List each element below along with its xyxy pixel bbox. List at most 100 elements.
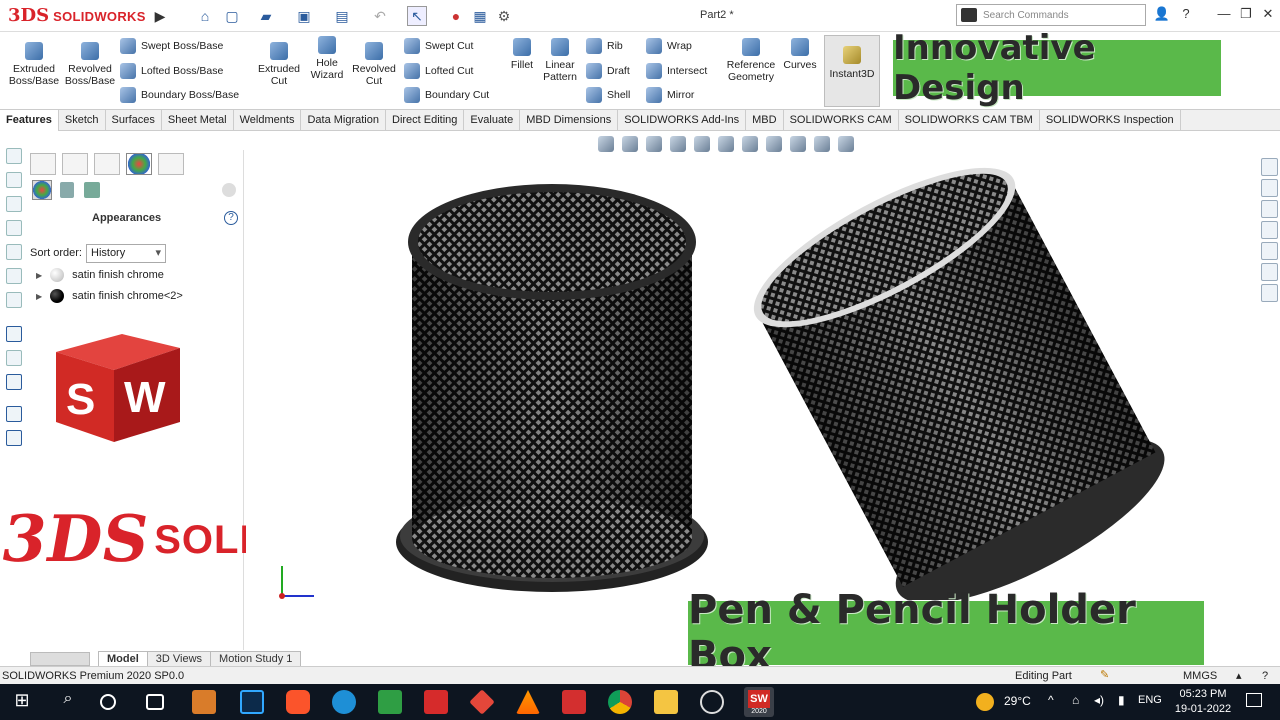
bottom-tab-3d-views[interactable]: 3D Views bbox=[146, 651, 212, 666]
hole-wizard-button[interactable]: Hole Wizard bbox=[306, 36, 348, 81]
strip-tool-4-icon[interactable] bbox=[6, 220, 22, 236]
decals-icon[interactable] bbox=[84, 182, 100, 198]
strip-tool-7-icon[interactable] bbox=[6, 292, 22, 308]
edge-icon[interactable] bbox=[332, 690, 356, 714]
flyout-arrow-icon[interactable]: ▶ bbox=[150, 6, 170, 26]
file-explorer-icon[interactable] bbox=[1261, 200, 1278, 218]
lofted-cut-button[interactable]: Lofted Cut bbox=[404, 61, 473, 81]
clock[interactable]: 05:23 PM 19-01-2022 bbox=[1172, 687, 1234, 717]
rebuild-status-icon[interactable]: ✎ bbox=[1100, 667, 1109, 683]
linear-pattern-button[interactable]: Linear Pattern bbox=[540, 38, 580, 83]
tab-solidworks-cam[interactable]: SOLIDWORKS CAM bbox=[784, 110, 899, 131]
tab-weldments[interactable]: Weldments bbox=[234, 110, 302, 131]
help-circle-icon[interactable]: ? bbox=[224, 211, 238, 225]
rib-button[interactable]: Rib bbox=[586, 36, 623, 56]
photoshop-icon[interactable] bbox=[240, 690, 264, 714]
lofted-boss-button[interactable]: Lofted Boss/Base bbox=[120, 61, 223, 81]
network-icon[interactable]: ⌂ bbox=[1072, 693, 1079, 707]
strip-tool-6-icon[interactable] bbox=[6, 268, 22, 284]
appearances-tab-icon[interactable] bbox=[126, 153, 152, 175]
units-arrow-icon[interactable]: ▴ bbox=[1236, 668, 1242, 684]
extruded-cut-button[interactable]: Extruded Cut bbox=[254, 42, 304, 87]
search-icon[interactable]: ⌕ bbox=[56, 690, 80, 714]
tab-direct-editing[interactable]: Direct Editing bbox=[386, 110, 465, 131]
tab-mbd[interactable]: MBD bbox=[746, 110, 784, 131]
unit-system-select[interactable]: MMGS bbox=[1183, 668, 1217, 684]
revolved-boss-button[interactable]: Revolved Boss/Base bbox=[64, 42, 116, 87]
close-icon[interactable]: ✕ bbox=[1258, 6, 1278, 24]
scenes-icon[interactable] bbox=[60, 182, 74, 198]
minimize-icon[interactable]: — bbox=[1214, 6, 1234, 24]
instant3d-button[interactable]: Instant3D bbox=[824, 35, 880, 107]
previous-view-icon[interactable] bbox=[646, 136, 662, 152]
zoom-to-area-icon[interactable] bbox=[622, 136, 638, 152]
tab-sheet-metal[interactable]: Sheet Metal bbox=[162, 110, 234, 131]
chrome-icon[interactable] bbox=[608, 690, 632, 714]
bottom-tab-model[interactable]: Model bbox=[98, 651, 148, 666]
forum-icon[interactable] bbox=[1261, 284, 1278, 302]
tab-surfaces[interactable]: Surfaces bbox=[106, 110, 162, 131]
tab-solidworks-add-ins[interactable]: SOLIDWORKS Add-Ins bbox=[618, 110, 747, 131]
strip-tool-9-icon[interactable] bbox=[6, 350, 22, 366]
tab-evaluate[interactable]: Evaluate bbox=[464, 110, 521, 131]
strip-tool-3-icon[interactable] bbox=[6, 196, 22, 212]
tab-data-migration[interactable]: Data Migration bbox=[301, 110, 386, 131]
home-icon[interactable]: ⌂ bbox=[195, 6, 215, 26]
intersect-button[interactable]: Intersect bbox=[646, 61, 707, 81]
undo-icon[interactable]: ↶ bbox=[370, 6, 390, 26]
dynamic-annotation-icon[interactable] bbox=[694, 136, 710, 152]
rebuild-icon[interactable]: ● bbox=[446, 6, 466, 26]
swept-cut-button[interactable]: Swept Cut bbox=[404, 36, 473, 56]
wps-icon[interactable] bbox=[562, 690, 586, 714]
obs-icon[interactable] bbox=[700, 690, 724, 714]
windows-start-icon[interactable]: ⊞ bbox=[10, 690, 34, 714]
strip-tool-10-icon[interactable] bbox=[6, 374, 22, 390]
boundary-cut-button[interactable]: Boundary Cut bbox=[404, 85, 489, 105]
edit-appearance-hud-icon[interactable] bbox=[790, 136, 806, 152]
tab-mbd-dimensions[interactable]: MBD Dimensions bbox=[520, 110, 619, 131]
brave-icon[interactable] bbox=[286, 690, 310, 714]
tab-solidworks-inspection[interactable]: SOLIDWORKS Inspection bbox=[1040, 110, 1181, 131]
acrobat-icon[interactable] bbox=[424, 690, 448, 714]
save-icon[interactable]: ▣ bbox=[294, 6, 314, 26]
tray-chevron-icon[interactable]: ^ bbox=[1048, 693, 1054, 707]
custom-properties-icon[interactable] bbox=[1261, 263, 1278, 281]
notifications-icon[interactable] bbox=[1246, 693, 1262, 707]
solidworks-logo[interactable]: 3DS SOLIDWORKS bbox=[8, 5, 146, 27]
reference-geometry-button[interactable]: Reference Geometry bbox=[724, 38, 778, 83]
fillet-button[interactable]: Fillet bbox=[506, 38, 538, 71]
appearance-item[interactable]: ▶ satin finish chrome<2> bbox=[36, 287, 183, 305]
restore-icon[interactable]: ❐ bbox=[1236, 6, 1256, 24]
home-task-icon[interactable] bbox=[1261, 158, 1278, 176]
revolved-cut-button[interactable]: Revolved Cut bbox=[350, 42, 398, 87]
language-indicator[interactable]: ENG bbox=[1138, 694, 1162, 706]
sort-order-select[interactable]: History bbox=[86, 244, 166, 263]
vlc-icon[interactable] bbox=[516, 690, 540, 714]
media-app-icon[interactable] bbox=[192, 690, 216, 714]
cortana-icon[interactable] bbox=[100, 694, 116, 710]
boundary-boss-button[interactable]: Boundary Boss/Base bbox=[120, 85, 239, 105]
user-icon[interactable]: 👤 bbox=[1152, 6, 1172, 24]
strip-tool-12-icon[interactable] bbox=[6, 430, 22, 446]
notepad-plus-icon[interactable] bbox=[378, 690, 402, 714]
task-view-icon[interactable] bbox=[146, 694, 164, 710]
bottom-tab-motion-study-1[interactable]: Motion Study 1 bbox=[210, 651, 302, 666]
hide-show-items-icon[interactable] bbox=[766, 136, 782, 152]
microphone-icon[interactable]: ▮ bbox=[1118, 693, 1125, 707]
view-settings-icon[interactable] bbox=[838, 136, 854, 152]
property-manager-tab-icon[interactable] bbox=[62, 153, 88, 175]
options-gear-icon[interactable]: ⚙ bbox=[494, 6, 514, 26]
strip-tool-1-icon[interactable] bbox=[6, 148, 22, 164]
display-manager-tab-icon[interactable] bbox=[158, 153, 184, 175]
solidworks-taskbar-button[interactable]: SW 2020 bbox=[744, 687, 774, 717]
info-icon[interactable]: ? bbox=[1262, 668, 1268, 684]
appearance-item[interactable]: ▶ satin finish chrome bbox=[36, 266, 164, 284]
select-cursor-icon[interactable]: ↖ bbox=[407, 6, 427, 26]
apply-scene-icon[interactable] bbox=[814, 136, 830, 152]
file-properties-icon[interactable]: ▦ bbox=[470, 6, 490, 26]
display-style-icon[interactable] bbox=[742, 136, 758, 152]
expand-arrow-icon[interactable]: ▶ bbox=[36, 271, 42, 280]
appearances-scenes-icon[interactable] bbox=[1261, 242, 1278, 260]
shell-button[interactable]: Shell bbox=[586, 85, 630, 105]
curves-button[interactable]: Curves bbox=[782, 38, 818, 71]
